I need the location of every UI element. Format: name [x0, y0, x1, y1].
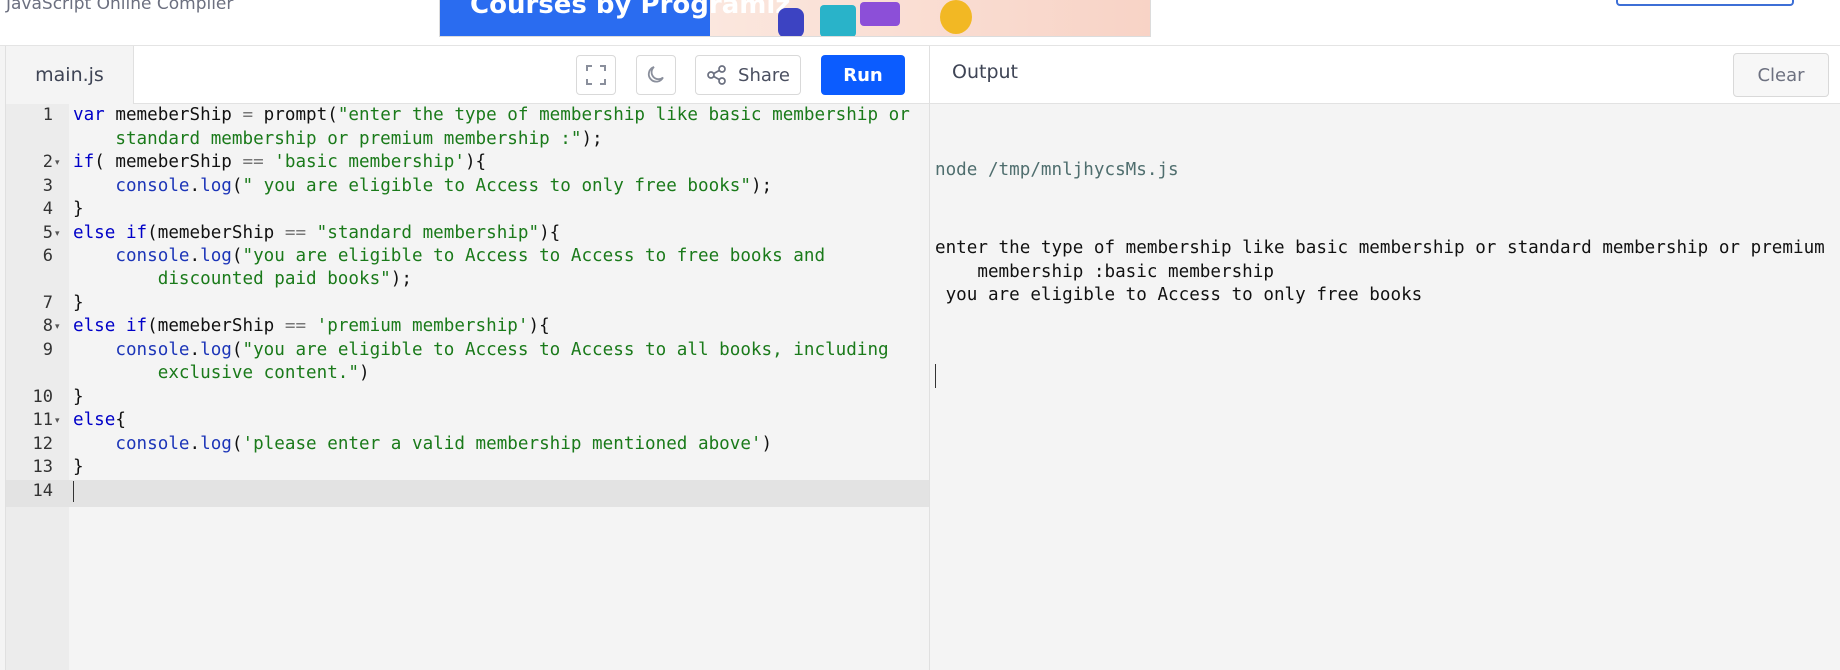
share-label: Share — [738, 64, 790, 86]
code-line: 8 ▾ else if(memeberShip == 'premium member… — [6, 315, 930, 338]
code-text: var memeberShip = prompt("enter the type… — [73, 105, 910, 126]
code-line: 1 var memeberShip = prompt("enter the typ… — [6, 104, 930, 127]
line-number: 6 — [42, 246, 53, 266]
code-text: } — [73, 457, 84, 478]
line-number: 4 — [42, 199, 53, 220]
code-text: standard membership or premium membershi… — [73, 128, 603, 149]
code-text: } — [73, 199, 84, 220]
moon-icon — [647, 66, 664, 83]
code-text: console.log('please enter a valid member… — [115, 433, 773, 454]
output-title: Output — [952, 61, 1018, 83]
banner-text: Courses by Programiz — [470, 0, 791, 20]
top-right-button[interactable] — [1616, 0, 1794, 6]
code-line: 6 console.log("you are eligible to Acces… — [6, 245, 930, 268]
share-button[interactable]: Share — [695, 55, 801, 95]
code-line: 9 console.log("you are eligible to Acces… — [6, 339, 930, 362]
share-icon — [707, 65, 726, 85]
output-console[interactable]: node /tmp/mnljhycsMs.js enter the type o… — [935, 104, 1835, 441]
code-line: 12 console.log('please enter a valid mem… — [6, 433, 930, 456]
code-text: exclusive content.") — [73, 363, 370, 384]
fold-arrow-icon[interactable]: ▾ — [55, 151, 60, 174]
code-line: 4} — [6, 198, 930, 221]
fullscreen-button[interactable] — [576, 55, 616, 95]
line-number: 14 — [32, 480, 53, 501]
top-bar: JavaScript Online Compiler Courses by Pr… — [0, 0, 1840, 46]
site-title: JavaScript Online Compiler — [6, 0, 234, 14]
line-number: 1 — [42, 105, 53, 126]
theme-toggle-button[interactable] — [636, 55, 676, 95]
line-number: 13 — [32, 457, 53, 478]
code-text: console.log("you are eligible to Access … — [115, 339, 889, 360]
code-text: console.log(" you are eligible to Access… — [115, 175, 773, 196]
line-number: 5 — [42, 222, 53, 243]
workspace: main.js Share Run 1 var memeberShip = pr… — [0, 46, 1840, 670]
code-text: else if(memeberShip == 'premium membersh… — [73, 316, 550, 337]
code-text: else if(memeberShip == "standard members… — [73, 222, 561, 243]
output-header: Output Clear — [930, 46, 1840, 104]
code-line: 13} — [6, 456, 930, 479]
line-number: 7 — [42, 292, 53, 313]
line-number: 3 — [42, 175, 53, 196]
file-tab-main-js[interactable]: main.js — [6, 46, 134, 104]
banner-books-shape — [820, 5, 856, 36]
output-line: membership :basic membership — [935, 261, 1274, 282]
output-line: you are eligible to Access to only free … — [935, 284, 1423, 305]
output-pane: Output Clear node /tmp/mnljhycsMs.js ent… — [929, 46, 1840, 670]
fold-arrow-icon[interactable]: ▾ — [55, 315, 60, 338]
output-cursor — [935, 364, 936, 389]
editor-pane: main.js Share Run 1 var memeberShip = pr… — [5, 46, 930, 670]
code-line: discounted paid books"); — [6, 268, 930, 291]
ad-banner[interactable]: Courses by Programiz — [439, 0, 1151, 37]
output-line: enter the type of membership like basic … — [935, 238, 1825, 259]
code-line: 3 console.log(" you are eligible to Acce… — [6, 175, 930, 198]
line-number: 10 — [32, 386, 53, 407]
code-text: console.log("you are eligible to Access … — [115, 246, 826, 266]
line-number: 8 — [42, 316, 53, 337]
editor-header: main.js Share Run — [6, 46, 930, 104]
banner-stack-shape — [860, 2, 900, 26]
run-button[interactable]: Run — [821, 55, 905, 95]
fullscreen-icon — [586, 65, 606, 85]
line-number: 12 — [32, 433, 53, 454]
code-line: 11 ▾ else{ — [6, 409, 930, 432]
code-text: discounted paid books"); — [73, 269, 412, 290]
line-number: 2 — [42, 152, 53, 173]
code-line: 7} — [6, 292, 930, 315]
output-lines: enter the type of membership like basic … — [935, 237, 1835, 307]
clear-button[interactable]: Clear — [1733, 53, 1829, 97]
code-line: 14 — [6, 480, 930, 503]
code-line: standard membership or premium membershi… — [6, 128, 930, 151]
code-text: } — [73, 386, 84, 407]
code-text: else{ — [73, 410, 126, 431]
fold-arrow-icon[interactable]: ▾ — [55, 222, 60, 245]
code-line: 10} — [6, 386, 930, 409]
code-text: if( memeberShip == 'basic membership'){ — [73, 152, 487, 173]
code-editor[interactable]: 1 var memeberShip = prompt("enter the typ… — [6, 104, 930, 670]
editor-cursor — [73, 480, 74, 502]
compiler-page: JavaScript Online Compiler Courses by Pr… — [0, 0, 1840, 670]
line-number: 9 — [42, 339, 53, 360]
code-line: 2 ▾ if( memeberShip == 'basic membership')… — [6, 151, 930, 174]
code-line: exclusive content.") — [6, 362, 930, 385]
line-number: 11 — [32, 410, 53, 431]
code-line: 5 ▾ else if(memeberShip == "standard membe… — [6, 222, 930, 245]
banner-bag-shape — [778, 8, 804, 36]
fold-arrow-icon[interactable]: ▾ — [55, 409, 60, 432]
output-command: node /tmp/mnljhycsMs.js — [935, 159, 1179, 180]
code-text: } — [73, 292, 84, 313]
banner-trophy-shape — [940, 0, 972, 34]
